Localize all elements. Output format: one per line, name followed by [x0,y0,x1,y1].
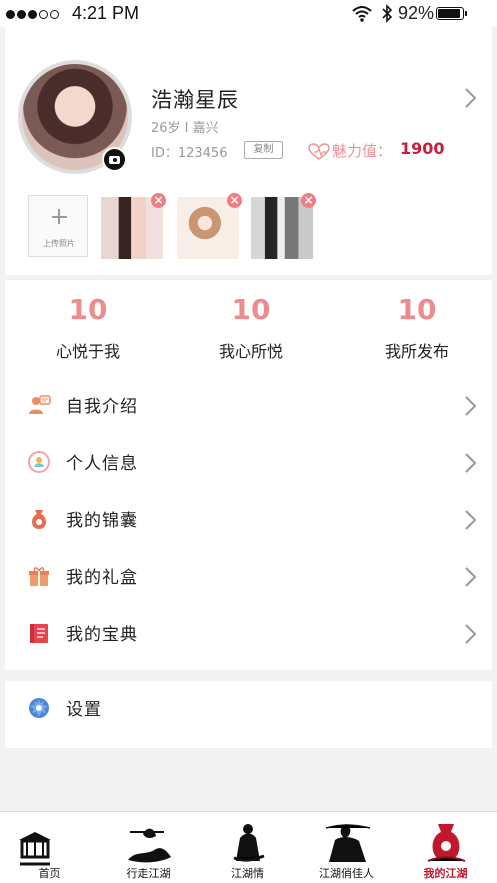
tab-label: 行走江湖 [126,867,171,880]
bottom-tab-bar: 首页 行走江湖 江湖情 江湖俏佳人 我的江湖 [0,811,497,883]
upload-photo-button[interactable]: 上传照片 [28,195,88,257]
profile-chevron-right-icon[interactable] [464,87,478,109]
upload-photo-label: 上传照片 [43,239,75,248]
ink-lady-icon [325,824,371,862]
gift-icon [29,567,49,586]
menu-item-my-gift-box[interactable]: 我的礼盒 [5,549,492,603]
copy-id-button[interactable]: 复制 [244,141,283,159]
tab-label: 江湖俏佳人 [319,867,374,880]
gear-icon [29,698,49,718]
menu-label: 个人信息 [66,454,138,474]
profile-card-icon [29,395,51,414]
menu-item-my-pouch[interactable]: 我的锦囊 [5,492,492,546]
camera-icon[interactable] [102,147,127,172]
wifi-icon [352,6,372,22]
charm-label: 魅力值： [332,142,393,160]
bluetooth-icon [382,4,393,23]
battery-icon [436,7,464,20]
menu-label: 我的礼盒 [66,568,138,588]
menu-label: 我的锦囊 [66,511,138,531]
chevron-right-icon [465,510,477,530]
stat-value: 10 [231,293,271,326]
tab-home[interactable]: 首页 [0,812,99,883]
stat-liked-me[interactable]: 10 心悦于我 [18,293,158,362]
cellular-signal-icon [6,10,59,19]
stat-label: 我所发布 [384,342,449,361]
profile-age-city: 26岁 I 嘉兴 [151,121,219,136]
gatehouse-icon [19,832,51,866]
settings-label: 设置 [66,700,102,720]
profile-photo-thumbnail[interactable]: × [177,193,242,259]
tab-label: 首页 [38,867,61,880]
tab-my-jianghu[interactable]: 我的江湖 [396,812,495,883]
menu-item-self-introduction[interactable]: 自我介绍 [5,378,492,432]
profile-photo-thumbnail[interactable]: × [101,193,166,259]
menu-label: 我的宝典 [66,625,138,645]
stat-label: 我心所悦 [218,342,283,361]
menu-item-personal-info[interactable]: 个人信息 [5,435,492,489]
chevron-right-icon [465,567,477,587]
red-pouch-icon [427,824,466,862]
tab-label: 我的江湖 [423,867,468,880]
person-info-icon [28,451,50,473]
battery-percentage: 92% [398,3,435,23]
settings-card[interactable]: 设置 [5,681,492,748]
remove-photo-icon[interactable]: × [151,193,166,208]
battery-level [438,9,461,18]
ink-figure-icon [233,824,265,862]
pouch-icon [31,510,47,529]
menu-item-my-handbook[interactable]: 我的宝典 [5,606,492,660]
tab-label: 江湖情 [231,867,264,880]
stat-value: 10 [68,293,108,326]
chevron-right-icon [465,624,477,644]
profile-photo-thumbnail[interactable]: × [251,193,316,259]
profile-id: ID：123456 [151,146,228,161]
status-bar: 4:21 PM 92% [0,0,497,27]
book-icon [30,624,48,643]
chevron-right-icon [465,453,477,473]
menu-label: 自我介绍 [66,397,138,417]
stats-and-menu-card: 10 心悦于我 10 我心所悦 10 我所发布 自我介绍 个人信息 我的锦囊 我… [5,280,492,670]
tab-jianghu-love[interactable]: 江湖情 [198,812,297,883]
walking-wanderer-icon [128,828,171,863]
tab-jianghu-beauty[interactable]: 江湖俏佳人 [297,812,396,883]
stat-my-posts[interactable]: 10 我所发布 [347,293,487,362]
stat-value: 10 [397,293,437,326]
battery-cap [465,11,467,16]
stat-i-liked[interactable]: 10 我心所悦 [181,293,321,362]
stat-label: 心悦于我 [55,342,120,361]
tab-walk-jianghu[interactable]: 行走江湖 [99,812,198,883]
remove-photo-icon[interactable]: × [301,193,316,208]
profile-name: 浩瀚星辰 [151,88,239,112]
status-time: 4:21 PM [72,3,140,23]
chevron-right-icon [465,396,477,416]
profile-card: 浩瀚星辰 26岁 I 嘉兴 ID：123456 复制 魅力值： 1900 上传照… [5,27,492,275]
remove-photo-icon[interactable]: × [227,193,242,208]
heart-icon [308,143,330,160]
charm-value: 1900 [400,139,445,158]
